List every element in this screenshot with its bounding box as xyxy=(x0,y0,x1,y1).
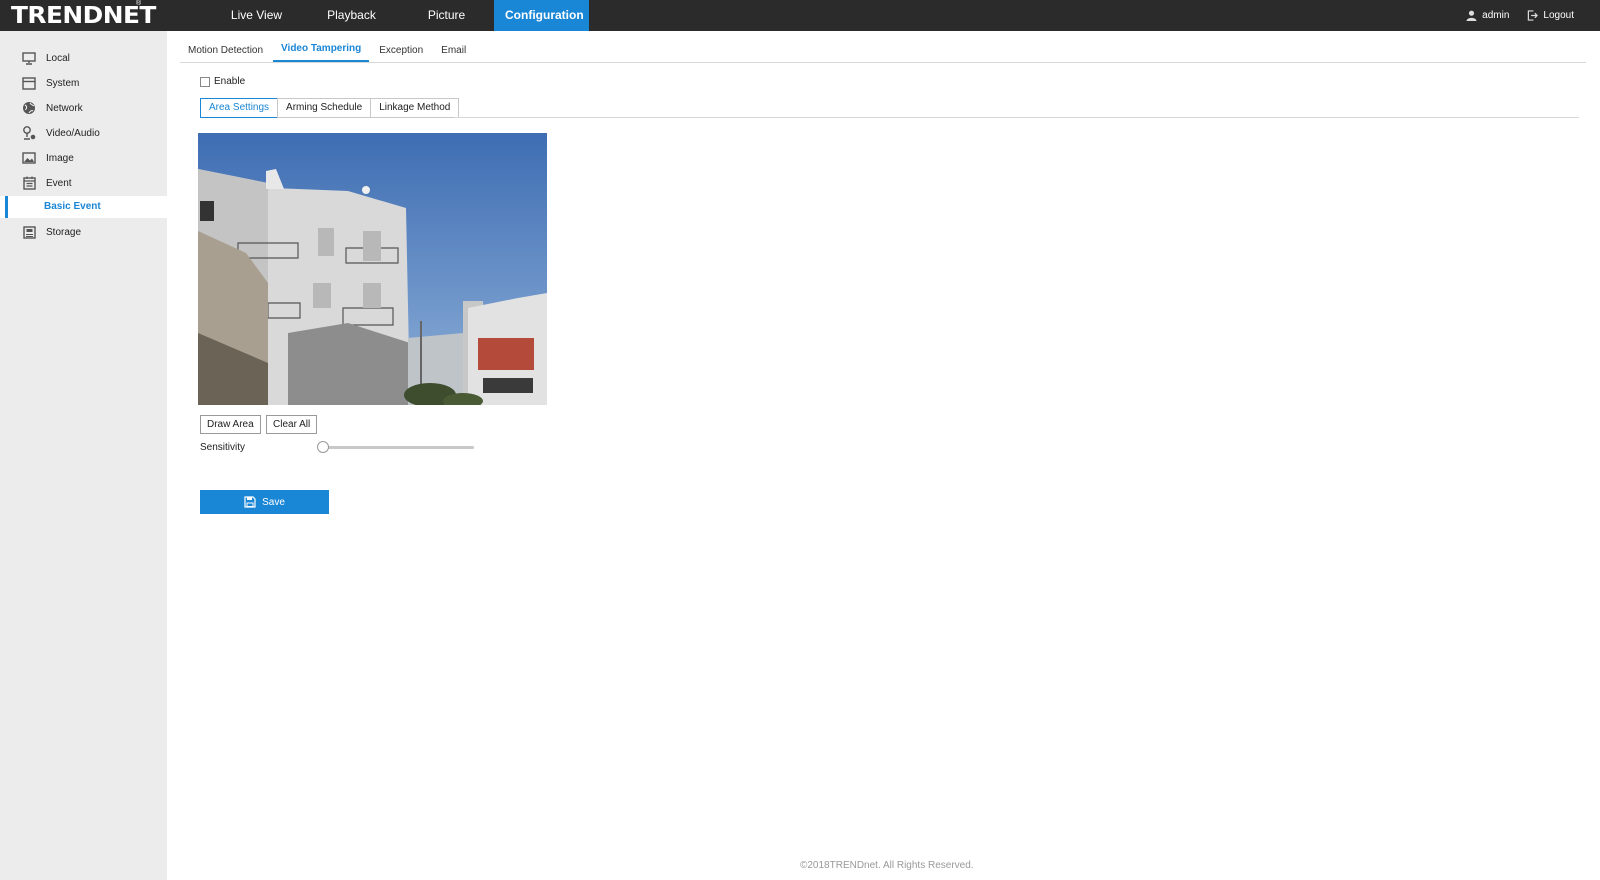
tab-email[interactable]: Email xyxy=(433,40,474,62)
sensitivity-slider-thumb[interactable] xyxy=(317,441,329,453)
draw-area-button[interactable]: Draw Area xyxy=(200,415,261,434)
user-icon xyxy=(1466,10,1477,21)
nav-playback[interactable]: Playback xyxy=(304,0,399,31)
sidebar-item-label: Video/Audio xyxy=(46,127,100,139)
save-label: Save xyxy=(262,496,285,508)
sensitivity-slider-track[interactable] xyxy=(322,446,474,449)
enable-row: Enable xyxy=(200,76,245,87)
tab-video-tampering[interactable]: Video Tampering xyxy=(273,40,370,62)
camera-scene-image xyxy=(198,133,547,405)
enable-checkbox[interactable] xyxy=(200,76,210,87)
microphone-icon xyxy=(21,125,37,141)
subtabs-divider xyxy=(454,117,1579,118)
tab-motion-detection[interactable]: Motion Detection xyxy=(180,40,271,62)
top-navigation-bar: TRENDNET ® Live View Playback Picture Co… xyxy=(0,0,1600,31)
sidebar-item-network[interactable]: Network xyxy=(0,96,167,120)
user-menu[interactable]: admin xyxy=(1466,10,1509,21)
globe-icon xyxy=(21,100,37,116)
sidebar-subitem-label: Basic Event xyxy=(44,201,101,212)
nav-picture[interactable]: Picture xyxy=(399,0,494,31)
sensitivity-label: Sensitivity xyxy=(200,442,246,453)
subtab-linkage-method[interactable]: Linkage Method xyxy=(370,98,460,118)
sidebar: Local System Network Video/Audio Image E… xyxy=(0,31,167,880)
video-preview[interactable] xyxy=(198,133,547,405)
subtab-area-settings[interactable]: Area Settings xyxy=(200,98,279,118)
save-button[interactable]: Save xyxy=(200,490,329,514)
sidebar-item-label: System xyxy=(46,77,80,89)
sidebar-item-system[interactable]: System xyxy=(0,71,167,95)
save-icon xyxy=(244,496,256,508)
sidebar-item-label: Local xyxy=(46,52,70,64)
nav-live-view[interactable]: Live View xyxy=(209,0,304,31)
settings-subtabs: Area Settings Arming Schedule Linkage Me… xyxy=(200,98,460,119)
logout-label: Logout xyxy=(1543,10,1574,21)
system-window-icon xyxy=(21,75,37,91)
main-nav: Live View Playback Picture Configuration xyxy=(209,0,589,31)
tab-exception[interactable]: Exception xyxy=(371,40,431,62)
sidebar-item-local[interactable]: Local xyxy=(0,46,167,70)
event-tabs: Motion Detection Video Tampering Excepti… xyxy=(180,40,476,62)
storage-icon xyxy=(21,224,37,240)
nav-configuration[interactable]: Configuration xyxy=(494,0,589,31)
user-area: admin Logout xyxy=(1448,0,1574,31)
active-indicator xyxy=(5,196,8,218)
sidebar-item-label: Network xyxy=(46,102,83,114)
tabs-divider xyxy=(180,62,1586,63)
logo-text: TRENDNET xyxy=(11,2,156,29)
sidebar-item-label: Event xyxy=(46,177,72,189)
username: admin xyxy=(1482,10,1510,21)
logout-icon xyxy=(1528,10,1539,21)
sidebar-item-image[interactable]: Image xyxy=(0,146,167,170)
monitor-icon xyxy=(21,50,37,66)
calendar-icon xyxy=(21,175,37,191)
enable-label: Enable xyxy=(214,76,246,87)
image-icon xyxy=(21,150,37,166)
sidebar-item-label: Storage xyxy=(46,226,82,238)
logout-button[interactable]: Logout xyxy=(1527,10,1574,21)
subtab-arming-schedule[interactable]: Arming Schedule xyxy=(277,98,372,118)
trendnet-logo: TRENDNET xyxy=(11,0,156,31)
sidebar-item-event[interactable]: Event xyxy=(0,171,167,195)
clear-all-button[interactable]: Clear All xyxy=(266,415,318,434)
registered-mark: ® xyxy=(136,0,142,7)
sidebar-item-label: Image xyxy=(46,152,74,164)
copyright-footer: ©2018TRENDnet. All Rights Reserved. xyxy=(800,860,974,871)
sidebar-subitem-basic-event[interactable]: Basic Event xyxy=(0,196,167,218)
sidebar-item-storage[interactable]: Storage xyxy=(0,220,167,244)
sidebar-item-video-audio[interactable]: Video/Audio xyxy=(0,121,167,145)
